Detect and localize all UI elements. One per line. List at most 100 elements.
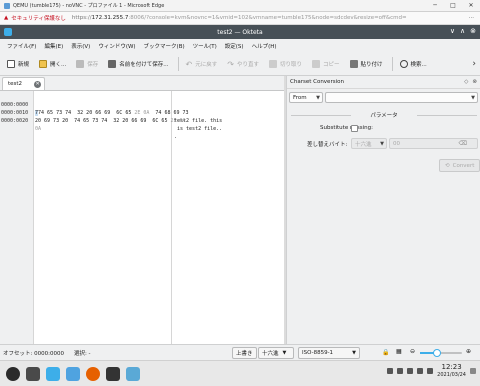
start-menu-icon[interactable] [6,366,20,381]
hex-row: 0000:0020 0A . [0,109,177,140]
substitute-missing-checkbox[interactable] [351,125,358,132]
new-document-icon [7,59,15,68]
row-char-values[interactable]: . [174,133,177,141]
zoom-in-icon[interactable]: ⊕ [466,348,471,355]
search-icon [399,59,408,68]
direction-select[interactable]: From ▼ [289,92,323,103]
panel-close-icon[interactable]: ⊗ [472,79,477,85]
copy-button-label: コピー [322,61,340,68]
paste-button[interactable]: 貼り付け [346,56,387,72]
open-button-label: 開く... [50,61,67,68]
lock-icon[interactable]: 🔒 [382,349,389,356]
address-bar[interactable]: ▲ セキュリティ保護なし https:// 172.31.255.7 :8006… [0,12,480,25]
firefox-icon[interactable] [86,366,100,381]
row-hex-values[interactable]: 0A [35,125,41,133]
chevron-down-icon: ▼ [471,94,475,101]
main-toolbar: 新規 開く... 保存 名前を付けて保存... ↶ 元に戻す ↷ やり直す 切り… [0,52,480,76]
menu-settings[interactable]: 設定(S) [221,42,248,50]
row-hex-control: 2E 0A [170,118,186,124]
tray-volume-icon[interactable] [427,368,434,374]
menu-edit[interactable]: 編集(E) [40,42,67,50]
app-close-button[interactable]: ⊗ [470,27,476,35]
panel-float-icon[interactable]: ◇ [464,79,468,85]
tray-network-icon[interactable] [407,368,414,374]
replacement-byte-field[interactable]: 00 ⌫ [389,138,478,149]
favicon-icon [4,2,10,9]
app-maximize-button[interactable]: ∧ [460,27,465,35]
toolbar-separator [391,56,393,71]
browser-minimize-button[interactable]: ─ [426,2,444,9]
scissors-icon [268,59,277,68]
tray-updates-icon[interactable] [417,368,424,374]
convert-button[interactable]: ⟲ Convert [439,159,480,172]
menu-bookmarks[interactable]: ブックマーク(B) [140,42,189,50]
chevron-down-icon: ▼ [380,140,384,147]
row-hex-values[interactable]: 774 65 73 74 32 20 66 69 6C 65 2E 0A 74 … [35,109,189,117]
chevron-down-icon: ▼ [352,350,356,356]
terminal-icon[interactable] [46,366,60,381]
menu-file[interactable]: ファイル(F) [3,42,40,50]
char-encoding-select[interactable]: ISO-8859-1 ▼ [298,347,360,359]
save-as-button-label: 名前を付けて保存... [119,61,169,68]
browser-close-button[interactable]: ✕ [462,2,480,9]
clock[interactable]: 12:23 2021/03/24 [437,363,466,379]
cut-button-label: 切り取り [279,61,302,68]
menu-tools[interactable]: ツール(T) [189,42,221,50]
menu-view[interactable]: 表示(V) [67,42,94,50]
value-coding-select[interactable]: 十六進 ▼ [258,347,294,359]
row-hex-control: 2E 0A [134,110,153,116]
zoom-out-icon[interactable]: ⊖ [410,348,415,355]
clear-field-icon[interactable]: ⌫ [459,140,467,147]
show-desktop-icon[interactable] [470,368,476,374]
zoom-slider[interactable] [420,349,462,357]
row-hex-main: 20 69 73 20 74 65 73 74 32 20 66 69 6C 6… [35,118,171,124]
replacement-base-select[interactable]: 十六進 ▼ [351,138,387,149]
menu-window[interactable]: ウィンドウ(W) [94,42,139,50]
substitute-missing-label: Substitute missing: [320,125,373,131]
save-button[interactable]: 保存 [72,56,102,72]
browser-maximize-button[interactable]: □ [444,2,462,9]
okteta-app-icon [4,28,12,36]
clock-time: 12:23 [441,363,462,371]
cut-button[interactable]: 切り取り [265,56,306,72]
charset-select[interactable]: ▼ [325,92,478,103]
row-hex-main: 74 65 73 74 32 20 66 69 6C 65 [38,110,135,116]
zoom-slider-handle[interactable] [432,349,441,357]
toolbar-overflow-icon[interactable]: › [472,59,476,69]
security-status[interactable]: セキュリティ保護なし [11,14,66,22]
task-view-icon[interactable] [26,366,40,381]
row-char-values[interactable]: is test2 file.. [174,125,222,133]
document-tabbar: test2 ✕ [0,76,284,90]
tray-clipboard-icon[interactable] [397,368,404,374]
okteta-task-icon[interactable] [126,366,140,381]
tray-audio-icon[interactable] [387,368,394,374]
save-as-button[interactable]: 名前を付けて保存... [104,56,172,72]
direction-value: From [293,94,307,101]
folder-open-icon [39,59,48,68]
copy-button[interactable]: コピー [308,56,344,72]
undo-button[interactable]: ↶ 元に戻す [182,56,222,72]
console-icon[interactable] [106,366,120,381]
hex-view[interactable]: 0000:0000 774 65 73 74 32 20 66 69 6C 65… [0,90,284,344]
new-button[interactable]: 新規 [3,56,33,72]
more-options-icon[interactable]: ··· [469,15,474,21]
layout-icon[interactable]: ▦ [396,348,402,355]
close-tab-icon[interactable]: ✕ [34,80,42,88]
taskbar: 12:23 2021/03/24 [0,360,480,386]
search-button-label: 検索... [410,61,427,68]
panel-title: Charset Conversion [290,79,344,85]
redo-button[interactable]: ↷ やり直す [223,56,263,72]
row-hex-values[interactable]: 20 69 73 20 74 65 73 74 32 20 66 69 6C 6… [35,117,186,125]
overwrite-mode-button[interactable]: 上書き [232,347,257,359]
hex-char-divider [171,91,172,344]
app-minimize-button[interactable]: ∨ [450,27,455,35]
undo-icon: ↶ [185,59,193,69]
menu-help[interactable]: ヘルプ(H) [248,42,281,50]
search-button[interactable]: 検索... [396,56,431,72]
file-manager-icon[interactable] [66,366,80,381]
open-button[interactable]: 開く... [35,56,70,72]
paste-button-label: 貼り付け [360,61,383,68]
row-hex-tail: 74 68 69 73 [152,110,189,116]
tab-test2[interactable]: test2 ✕ [2,77,46,90]
selection-status: 選択: - [73,350,91,357]
